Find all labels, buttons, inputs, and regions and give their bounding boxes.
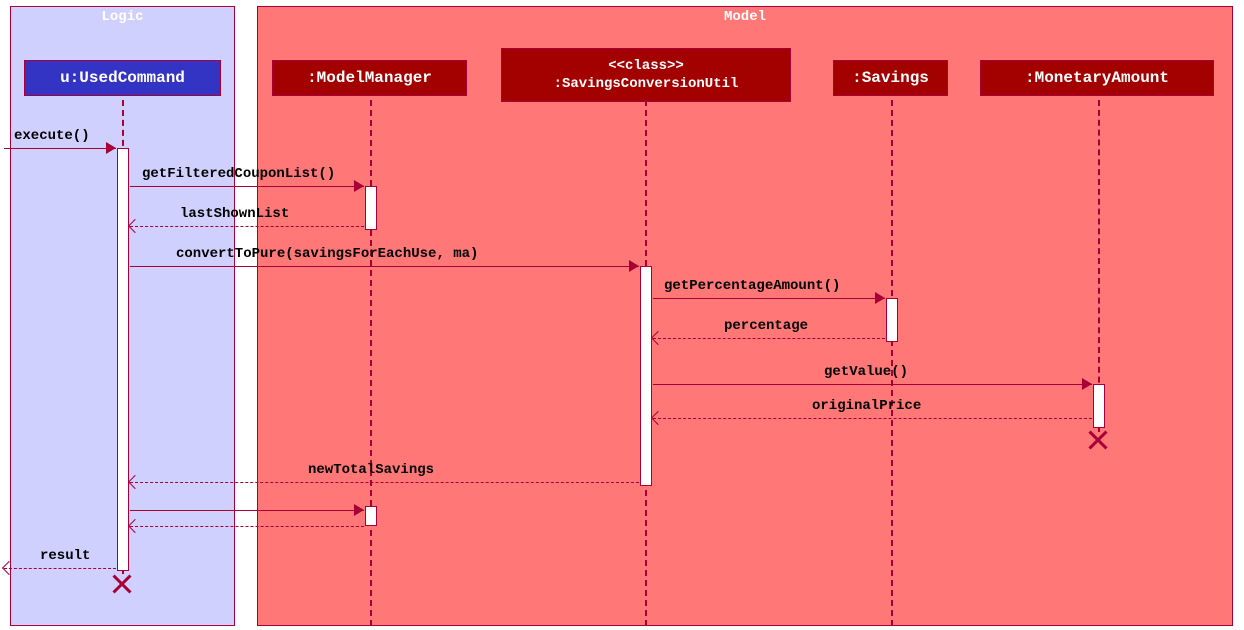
arrow-getpct xyxy=(653,298,885,299)
arrow-getvalue xyxy=(653,384,1092,385)
label-getfiltered: getFilteredCouponList() xyxy=(142,166,335,182)
arrow-origprice xyxy=(653,418,1092,419)
label-getvalue: getValue() xyxy=(824,364,908,380)
logic-box-title: Logic xyxy=(101,9,143,25)
activation-mm-2 xyxy=(365,506,377,526)
destroy-usedcommand xyxy=(110,572,134,596)
participant-label: :SavingsConversionUtil xyxy=(554,76,739,92)
arrow-execute xyxy=(4,148,116,149)
label-percentage: percentage xyxy=(724,318,808,334)
arrow-result xyxy=(4,568,116,569)
arrow-lastshown xyxy=(130,226,364,227)
label-newtotal: newTotalSavings xyxy=(308,462,434,478)
arrowhead-convert xyxy=(629,260,639,272)
arrowhead-getfiltered xyxy=(354,180,364,192)
arrowhead-execute xyxy=(106,142,116,154)
participant-savings-conv-util: <<class>> :SavingsConversionUtil xyxy=(501,48,791,102)
participant-label: :MonetaryAmount xyxy=(1025,69,1169,87)
participant-label: :ModelManager xyxy=(307,69,432,87)
arrowhead-getvalue xyxy=(1082,378,1092,390)
activation-monetary xyxy=(1093,384,1105,428)
lifeline-monetary xyxy=(1098,100,1100,432)
arrow-blank-call xyxy=(130,510,364,511)
participant-used-command: u:UsedCommand xyxy=(24,60,221,96)
arrow-convert xyxy=(130,266,639,267)
activation-savings xyxy=(886,298,898,342)
activation-scu xyxy=(640,266,652,486)
participant-model-manager: :ModelManager xyxy=(272,60,467,96)
participant-monetary-amount: :MonetaryAmount xyxy=(980,60,1214,96)
lifeline-savings xyxy=(891,100,893,626)
participant-label: u:UsedCommand xyxy=(60,69,185,87)
destroy-monetary xyxy=(1086,428,1110,452)
participant-savings: :Savings xyxy=(833,60,948,96)
lifeline-model-manager xyxy=(370,100,372,626)
activation-mm-1 xyxy=(365,186,377,230)
participant-label: :Savings xyxy=(852,69,929,87)
arrow-blank-ret xyxy=(130,526,364,527)
label-getpct: getPercentageAmount() xyxy=(664,278,840,294)
label-execute: execute() xyxy=(14,128,90,144)
label-convert: convertToPure(savingsForEachUse, ma) xyxy=(176,246,478,262)
arrow-getfiltered xyxy=(130,186,364,187)
label-origprice: originalPrice xyxy=(812,398,921,414)
arrowhead-blank-call xyxy=(354,504,364,516)
participant-stereo: <<class>> xyxy=(608,58,684,74)
activation-used-command xyxy=(117,148,129,571)
arrow-percentage xyxy=(653,338,885,339)
label-lastshown: lastShownList xyxy=(180,206,289,222)
model-box-title: Model xyxy=(724,9,766,25)
arrowhead-getpct xyxy=(875,292,885,304)
arrow-newtotal xyxy=(130,482,639,483)
label-result: result xyxy=(40,548,90,564)
